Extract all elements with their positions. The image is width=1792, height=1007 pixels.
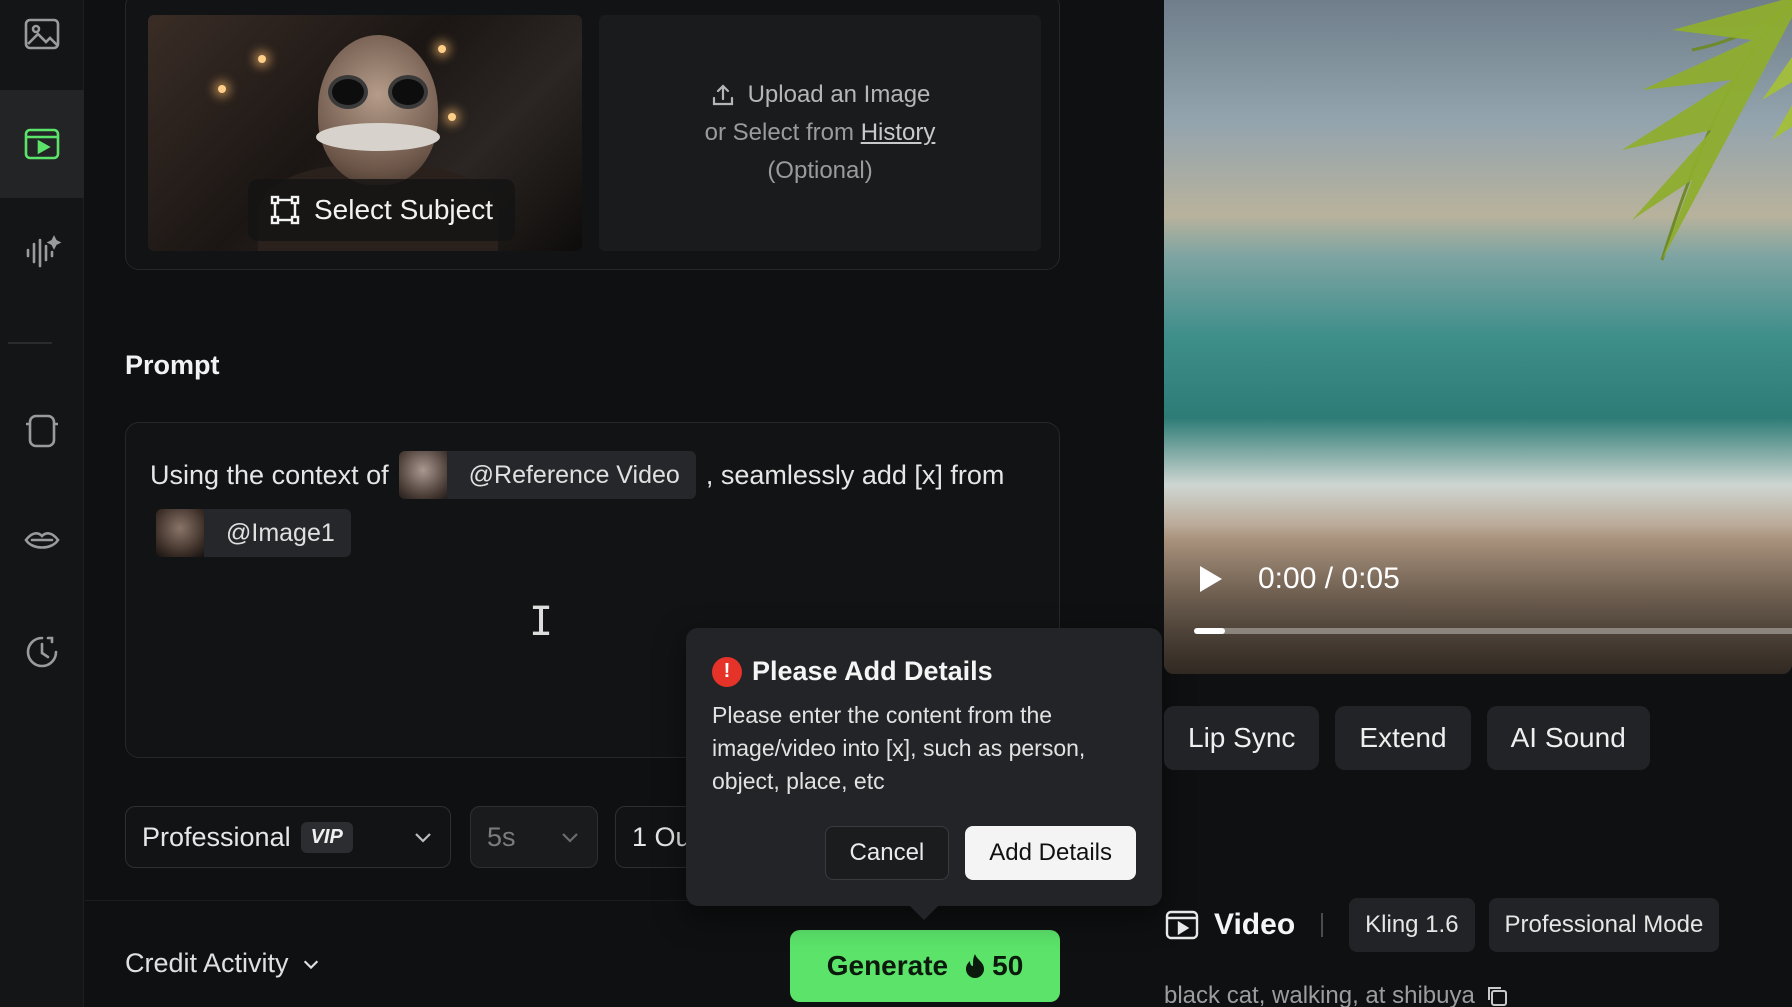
video-info-row: Video Kling 1.6 Professional Mode <box>1164 898 1720 952</box>
progress-fill <box>1194 628 1225 634</box>
controls-overlay <box>1164 524 1792 674</box>
left-rail <box>0 0 84 1007</box>
progress-track[interactable] <box>1194 628 1792 634</box>
video-preview[interactable]: 0:00 / 0:05 <box>1164 0 1792 674</box>
effects-icon <box>26 414 58 448</box>
rail-divider <box>8 342 52 344</box>
reference-card: Select Subject Upload an Image or Select… <box>125 0 1060 270</box>
effects-tool[interactable] <box>0 376 84 484</box>
upload-dropzone[interactable]: Upload an Image or Select from History (… <box>599 15 1041 251</box>
select-subject-label: Select Subject <box>314 194 493 225</box>
generate-label: Generate <box>826 950 949 981</box>
video-tool[interactable] <box>0 90 84 198</box>
duration-value: 5s <box>487 821 516 852</box>
image-icon <box>24 18 60 50</box>
image-chip-label: @Image1 <box>226 518 335 547</box>
video-icon <box>24 128 60 160</box>
reference-video-chip[interactable]: @Reference Video <box>398 451 696 499</box>
popover-title: Please Add Details <box>752 656 993 686</box>
separator <box>1321 913 1324 937</box>
crop-frame-icon <box>270 195 300 225</box>
alert-icon: ! <box>712 656 742 687</box>
generate-cost: 50 <box>992 950 1024 981</box>
video-icon <box>1165 910 1199 940</box>
mode-tag: Professional Mode <box>1488 898 1720 952</box>
caption-text: black cat, walking, at shibuya <box>1164 982 1475 1007</box>
extend-button[interactable]: Extend <box>1335 706 1471 770</box>
prompt-heading: Prompt <box>125 350 220 380</box>
popover-message: Please enter the content from the image/… <box>712 702 1086 794</box>
optional-label: (Optional) <box>767 157 873 184</box>
model-tag: Kling 1.6 <box>1349 898 1475 952</box>
reference-video-chip-label: @Reference Video <box>468 460 680 489</box>
select-subject-button[interactable]: Select Subject <box>248 179 515 241</box>
chevron-down-icon <box>562 833 578 843</box>
add-details-popover: ! Please Add Details Please enter the co… <box>686 628 1162 906</box>
lip-tool[interactable] <box>0 486 84 594</box>
vip-badge: VIP <box>300 821 353 853</box>
image-chip[interactable]: @Image1 <box>156 509 351 557</box>
generate-button[interactable]: Generate 50 <box>790 930 1060 1002</box>
add-details-button[interactable]: Add Details <box>965 826 1136 880</box>
video-actions: Lip Sync Extend AI Sound <box>1164 706 1650 770</box>
ai-sound-button[interactable]: AI Sound <box>1486 706 1650 770</box>
text-cursor-icon: I <box>529 599 554 645</box>
audio-icon <box>26 235 62 268</box>
chevron-down-icon <box>303 960 318 969</box>
credit-activity-toggle[interactable]: Credit Activity <box>125 948 321 979</box>
upload-label: Upload an Image <box>747 81 931 108</box>
reference-video-thumbnail <box>398 451 447 499</box>
history-tool[interactable] <box>0 598 84 706</box>
chevron-down-icon <box>415 833 431 843</box>
or-select-label: or Select from <box>704 119 855 146</box>
subject-image[interactable]: Select Subject <box>148 15 582 251</box>
mode-value: Professional <box>142 821 291 852</box>
play-icon[interactable] <box>1200 566 1222 592</box>
prompt-text-after: , seamlessly add [x] from <box>705 459 1005 490</box>
flame-icon <box>966 954 985 978</box>
audio-tool[interactable] <box>0 198 84 306</box>
credit-activity-label: Credit Activity <box>125 948 289 978</box>
image-tool[interactable] <box>0 0 84 88</box>
lip-sync-button[interactable]: Lip Sync <box>1164 706 1320 770</box>
video-caption: black cat, walking, at shibuya <box>1164 982 1509 1007</box>
copy-icon[interactable] <box>1485 984 1509 1007</box>
palm-leaves-image <box>1622 0 1792 261</box>
prompt-text-before: Using the context of <box>150 459 389 490</box>
outputs-value: 1 Ou <box>632 821 691 852</box>
video-title: Video <box>1214 908 1296 941</box>
mode-select[interactable]: Professional VIP <box>125 806 451 868</box>
duration-select[interactable]: 5s <box>470 806 598 868</box>
playback-time: 0:00 / 0:05 <box>1258 562 1400 595</box>
history-icon <box>26 636 58 668</box>
history-link[interactable]: History <box>861 119 936 146</box>
lip-icon <box>24 532 60 549</box>
image-chip-thumbnail <box>156 509 204 557</box>
upload-icon <box>712 84 733 106</box>
cancel-button[interactable]: Cancel <box>824 826 950 880</box>
